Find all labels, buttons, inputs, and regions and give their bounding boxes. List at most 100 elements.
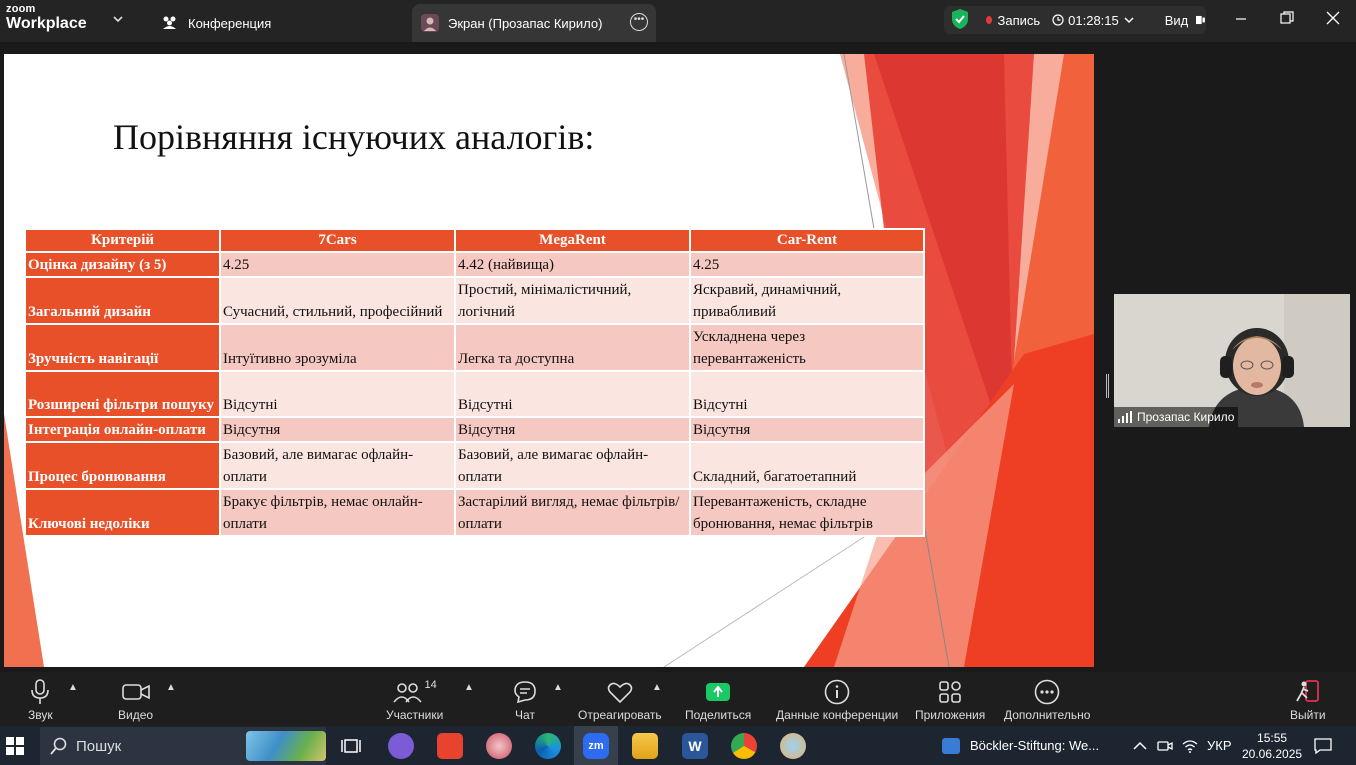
- table-row: Оцінка дизайну (з 5) 4.25 4.42 (найвища)…: [24, 251, 925, 278]
- comparison-table: Критерій 7Cars MegaRent Car-Rent Оцінка …: [24, 228, 925, 537]
- chat-icon: [513, 678, 537, 706]
- title-bar: zoom Workplace Конференция Экран (Прозап…: [0, 0, 1356, 42]
- more-options-icon[interactable]: •••: [630, 13, 648, 31]
- participant-name-tag: Прозапас Кирило: [1114, 407, 1239, 427]
- table-cell: Сучасний, стильний, професійний: [219, 276, 456, 325]
- recording-time: 01:28:15: [1068, 12, 1119, 28]
- video-button[interactable]: Видео: [118, 678, 153, 722]
- meeting-info-button[interactable]: Данные конференции: [776, 678, 898, 722]
- wps-office-icon[interactable]: [437, 733, 463, 759]
- wifi-icon[interactable]: [1182, 726, 1198, 765]
- audio-button[interactable]: Звук: [28, 678, 53, 722]
- more-label: Дополнительно: [1004, 708, 1091, 722]
- participants-button[interactable]: 14 Участники: [386, 678, 443, 722]
- share-button[interactable]: Поделиться: [685, 678, 751, 722]
- avatar-icon: [420, 13, 440, 33]
- audio-label: Звук: [28, 708, 53, 722]
- edge-browser-icon[interactable]: [535, 733, 561, 759]
- minimize-icon[interactable]: [1228, 8, 1254, 34]
- more-button[interactable]: Дополнительно: [1004, 678, 1090, 722]
- word-icon[interactable]: W: [682, 733, 708, 759]
- chrome-browser-icon[interactable]: [731, 733, 757, 759]
- people-icon: [160, 13, 180, 33]
- table-cell: Розширені фільтри пошуку: [24, 370, 221, 418]
- react-caret-icon[interactable]: ▲: [652, 682, 662, 693]
- share-screen-icon: [706, 683, 731, 701]
- header-car-rent: Car-Rent: [689, 228, 925, 253]
- participants-count: 14: [424, 679, 437, 691]
- recording-timer[interactable]: 01:28:15: [1052, 13, 1135, 28]
- table-cell: Відсутня: [454, 416, 691, 443]
- table-cell: Застарілий вигляд, немає фільтрів/оплати: [454, 488, 691, 537]
- meeting-toolbar: Звук ▲ Видео ▲ 14 Участники ▲ Чат ▲ Отре…: [0, 672, 1356, 726]
- file-explorer-icon[interactable]: [632, 733, 658, 759]
- paint-icon[interactable]: [780, 733, 806, 759]
- table-cell: Яскравий, динамічний, привабливий: [689, 276, 925, 325]
- audio-options-caret-icon[interactable]: ▲: [68, 682, 78, 693]
- recording-dot-icon: [986, 16, 993, 24]
- restore-icon[interactable]: [1274, 8, 1300, 34]
- chat-caret-icon[interactable]: ▲: [553, 682, 563, 693]
- view-layout-icon: [1196, 15, 1206, 25]
- table-row: Розширені фільтри пошуку Відсутні Відсут…: [24, 370, 925, 418]
- tab-screen-share[interactable]: Экран (Прозапас Кирило) •••: [412, 4, 656, 42]
- table-cell: 4.42 (найвища): [454, 251, 691, 278]
- app-icon[interactable]: [486, 733, 512, 759]
- windows-start-icon[interactable]: [6, 737, 24, 760]
- zoom-app-icon[interactable]: zm: [583, 733, 609, 759]
- react-button[interactable]: Отреагировать: [578, 678, 662, 722]
- windows-taskbar: Пошук zm W Böckler-Stiftung: We... УКР 1…: [0, 726, 1356, 765]
- meeting-stage: Порівняння існуючих аналогів: Критерій 7…: [0, 42, 1356, 672]
- participant-video-tile[interactable]: Прозапас Кирило: [1114, 294, 1350, 427]
- table-row: Ключові недоліки Бракує фільтрів, немає …: [24, 488, 925, 537]
- task-view-icon[interactable]: [338, 733, 364, 759]
- tab-conference[interactable]: Конференция: [160, 4, 271, 42]
- shared-slide: Порівняння існуючих аналогів: Критерій 7…: [4, 54, 1094, 667]
- encryption-shield-icon[interactable]: [950, 8, 970, 35]
- taskbar-clock[interactable]: 15:55 20.06.2025: [1242, 726, 1302, 765]
- notifications-icon[interactable]: [1314, 726, 1332, 765]
- tab-conference-label: Конференция: [188, 15, 272, 31]
- table-cell: Легка та доступна: [454, 323, 691, 372]
- meeting-status-group: Запись 01:28:15 Вид: [944, 6, 1206, 34]
- header-criterion: Критерій: [24, 228, 221, 253]
- slide-title: Порівняння існуючих аналогів:: [113, 117, 595, 157]
- participants-caret-icon[interactable]: ▲: [464, 682, 474, 693]
- panel-splitter-handle[interactable]: [1106, 374, 1109, 398]
- chat-button[interactable]: Чат: [513, 678, 537, 722]
- table-cell: 4.25: [219, 251, 456, 278]
- table-cell: Перевантаженість, складне бронювання, не…: [689, 488, 925, 537]
- table-cell: Бракує фільтрів, немає онлайн-оплати: [219, 488, 456, 537]
- leave-button[interactable]: Выйти: [1290, 678, 1326, 722]
- more-dots-icon: [1034, 678, 1060, 706]
- recording-label[interactable]: Запись: [997, 13, 1040, 28]
- video-options-caret-icon[interactable]: ▲: [166, 682, 176, 693]
- participants-icon: 14: [392, 678, 437, 706]
- table-cell: Простий, мінімалістичний, логічний: [454, 276, 691, 325]
- view-button[interactable]: Вид: [1165, 13, 1189, 28]
- table-cell: Базовий, але вимагає офлайн-оплати: [454, 441, 691, 490]
- video-label: Видео: [118, 708, 154, 722]
- apps-button[interactable]: Приложения: [915, 678, 985, 722]
- news-widget[interactable]: Böckler-Stiftung: We...: [942, 726, 1099, 765]
- table-row: Процес бронювання Базовий, але вимагає о…: [24, 441, 925, 490]
- taskbar-search[interactable]: Пошук: [40, 727, 326, 765]
- table-cell: Оцінка дизайну (з 5): [24, 251, 221, 278]
- camera-tray-icon[interactable]: [1157, 726, 1173, 765]
- chevron-down-icon[interactable]: [108, 11, 128, 31]
- table-row: Інтеграція онлайн-оплати Відсутня Відсут…: [24, 416, 925, 443]
- news-widget-label: Böckler-Stiftung: We...: [970, 738, 1100, 753]
- logo-line-1: zoom: [6, 3, 36, 15]
- language-indicator[interactable]: УКР: [1207, 726, 1232, 765]
- share-label: Поделиться: [685, 708, 752, 722]
- table-cell: Ключові недоліки: [24, 488, 221, 537]
- table-header-row: Критерій 7Cars MegaRent Car-Rent: [24, 228, 925, 253]
- tray-overflow-icon[interactable]: [1133, 726, 1147, 765]
- microphone-icon: [30, 678, 50, 706]
- zoom-logo: zoom Workplace: [6, 4, 87, 32]
- viber-icon[interactable]: [388, 733, 414, 759]
- chat-label: Чат: [515, 708, 535, 722]
- close-icon[interactable]: [1320, 8, 1346, 34]
- video-camera-icon: [121, 678, 150, 706]
- tab-screen-label: Экран (Прозапас Кирило): [448, 15, 603, 31]
